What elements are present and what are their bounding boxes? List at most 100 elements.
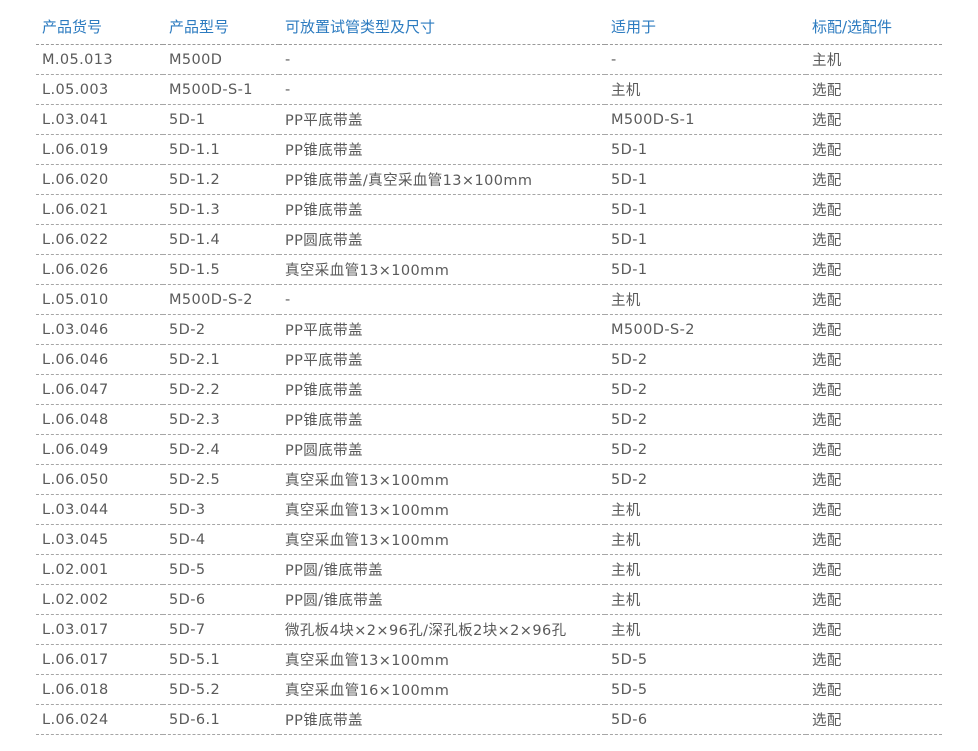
- cell-tube-type-size: -: [279, 284, 605, 315]
- cell-tube-type-size: PP锥底带盖: [279, 134, 605, 165]
- cell-applicable-to: 主机: [605, 554, 806, 585]
- cell-product-model: 5D-1.4: [163, 224, 279, 255]
- cell-product-code: L.06.022: [36, 224, 163, 255]
- cell-standard-optional: 选配: [806, 434, 942, 465]
- cell-product-model: 5D-6: [163, 584, 279, 615]
- spec-table: 产品货号 产品型号 可放置试管类型及尺寸 适用于 标配/选配件 M.05.013…: [36, 8, 942, 735]
- cell-standard-optional: 选配: [806, 134, 942, 165]
- cell-tube-type-size: PP平底带盖: [279, 314, 605, 345]
- cell-standard-optional: 选配: [806, 614, 942, 645]
- cell-product-model: 5D-1.2: [163, 164, 279, 195]
- cell-tube-type-size: 真空采血管13×100mm: [279, 524, 605, 555]
- cell-product-code: L.06.019: [36, 134, 163, 165]
- table-row: L.06.017 5D-5.1 真空采血管13×100mm 5D-5 选配: [36, 644, 942, 675]
- cell-applicable-to: 5D-5: [605, 674, 806, 705]
- table-row: L.02.001 5D-5 PP圆/锥底带盖 主机 选配: [36, 554, 942, 585]
- cell-standard-optional: 选配: [806, 494, 942, 525]
- cell-product-code: L.03.017: [36, 614, 163, 645]
- cell-product-model: M500D-S-2: [163, 284, 279, 315]
- cell-applicable-to: 5D-6: [605, 704, 806, 735]
- cell-tube-type-size: PP锥底带盖: [279, 704, 605, 735]
- cell-product-code: L.06.026: [36, 254, 163, 285]
- cell-product-code: L.06.020: [36, 164, 163, 195]
- cell-product-model: 5D-1.1: [163, 134, 279, 165]
- cell-product-code: L.05.010: [36, 284, 163, 315]
- cell-applicable-to: M500D-S-2: [605, 314, 806, 345]
- cell-product-model: 5D-6.1: [163, 704, 279, 735]
- cell-applicable-to: 主机: [605, 284, 806, 315]
- header-product-code: 产品货号: [36, 8, 163, 45]
- table-row: L.06.048 5D-2.3 PP锥底带盖 5D-2 选配: [36, 404, 942, 435]
- cell-product-model: 5D-5.1: [163, 644, 279, 675]
- cell-product-code: L.06.024: [36, 704, 163, 735]
- cell-tube-type-size: PP锥底带盖: [279, 374, 605, 405]
- table-body: M.05.013 M500D - - 主机 L.05.003 M500D-S-1- 主机 选配 L…: [36, 44, 942, 735]
- table-row: L.03.044 5D-3 真空采血管13×100mm 主机 选配: [36, 494, 942, 525]
- cell-standard-optional: 选配: [806, 524, 942, 555]
- cell-applicable-to: 5D-1: [605, 164, 806, 195]
- cell-product-model: 5D-2.2: [163, 374, 279, 405]
- cell-product-model: 5D-2.4: [163, 434, 279, 465]
- cell-tube-type-size: PP圆底带盖: [279, 224, 605, 255]
- cell-standard-optional: 选配: [806, 284, 942, 315]
- cell-applicable-to: 主机: [605, 584, 806, 615]
- table-row: L.06.049 5D-2.4 PP圆底带盖 5D-2 选配: [36, 434, 942, 465]
- cell-tube-type-size: -: [279, 74, 605, 105]
- cell-product-model: 5D-7: [163, 614, 279, 645]
- cell-tube-type-size: 真空采血管16×100mm: [279, 674, 605, 705]
- table-row: L.06.020 5D-1.2 PP锥底带盖/真空采血管13×100mm 5D-1 选配: [36, 164, 942, 195]
- cell-applicable-to: 5D-2: [605, 374, 806, 405]
- cell-tube-type-size: PP圆底带盖: [279, 434, 605, 465]
- cell-applicable-to: 5D-5: [605, 644, 806, 675]
- cell-product-model: 5D-1.5: [163, 254, 279, 285]
- cell-product-code: L.06.049: [36, 434, 163, 465]
- cell-tube-type-size: PP平底带盖: [279, 104, 605, 135]
- cell-product-code: L.02.001: [36, 554, 163, 585]
- header-standard-optional: 标配/选配件: [806, 8, 942, 45]
- cell-product-model: M500D-S-1: [163, 74, 279, 105]
- cell-applicable-to: 5D-1: [605, 194, 806, 225]
- table-row: L.06.026 5D-1.5 真空采血管13×100mm 5D-1 选配: [36, 254, 942, 285]
- cell-standard-optional: 选配: [806, 704, 942, 735]
- header-tube-type-size: 可放置试管类型及尺寸: [279, 8, 605, 45]
- cell-product-code: L.06.048: [36, 404, 163, 435]
- cell-product-model: M500D: [163, 44, 279, 75]
- cell-standard-optional: 主机: [806, 44, 942, 75]
- cell-product-code: L.06.018: [36, 674, 163, 705]
- cell-standard-optional: 选配: [806, 74, 942, 105]
- cell-standard-optional: 选配: [806, 194, 942, 225]
- cell-product-code: L.03.046: [36, 314, 163, 345]
- table-row: L.06.050 5D-2.5 真空采血管13×100mm 5D-2 选配: [36, 464, 942, 495]
- cell-tube-type-size: PP锥底带盖: [279, 404, 605, 435]
- header-product-model: 产品型号: [163, 8, 279, 45]
- cell-product-code: L.02.002: [36, 584, 163, 615]
- cell-product-model: 5D-2.5: [163, 464, 279, 495]
- table-row: L.06.018 5D-5.2 真空采血管16×100mm 5D-5 选配: [36, 674, 942, 705]
- cell-standard-optional: 选配: [806, 644, 942, 675]
- cell-standard-optional: 选配: [806, 374, 942, 405]
- cell-tube-type-size: PP圆/锥底带盖: [279, 584, 605, 615]
- cell-applicable-to: 5D-2: [605, 404, 806, 435]
- table-row: L.06.046 5D-2.1 PP平底带盖 5D-2 选配: [36, 344, 942, 375]
- cell-tube-type-size: -: [279, 44, 605, 75]
- table-row: L.06.019 5D-1.1 PP锥底带盖 5D-1 选配: [36, 134, 942, 165]
- cell-standard-optional: 选配: [806, 164, 942, 195]
- cell-product-model: 5D-3: [163, 494, 279, 525]
- cell-standard-optional: 选配: [806, 674, 942, 705]
- header-row: 产品货号 产品型号 可放置试管类型及尺寸 适用于 标配/选配件: [36, 8, 942, 45]
- spec-table-page: 产品货号 产品型号 可放置试管类型及尺寸 适用于 标配/选配件 M.05.013…: [0, 0, 978, 751]
- cell-standard-optional: 选配: [806, 554, 942, 585]
- table-row: L.03.045 5D-4 真空采血管13×100mm 主机 选配: [36, 524, 942, 555]
- cell-product-model: 5D-2.1: [163, 344, 279, 375]
- cell-standard-optional: 选配: [806, 314, 942, 345]
- cell-applicable-to: 5D-1: [605, 254, 806, 285]
- cell-applicable-to: -: [605, 44, 806, 75]
- table-row: L.06.022 5D-1.4 PP圆底带盖 5D-1 选配: [36, 224, 942, 255]
- cell-product-code: L.06.017: [36, 644, 163, 675]
- table-row: L.03.041 5D-1 PP平底带盖 M500D-S-1 选配: [36, 104, 942, 135]
- cell-applicable-to: 主机: [605, 74, 806, 105]
- cell-applicable-to: M500D-S-1: [605, 104, 806, 135]
- cell-tube-type-size: 真空采血管13×100mm: [279, 254, 605, 285]
- cell-tube-type-size: PP锥底带盖: [279, 194, 605, 225]
- cell-standard-optional: 选配: [806, 404, 942, 435]
